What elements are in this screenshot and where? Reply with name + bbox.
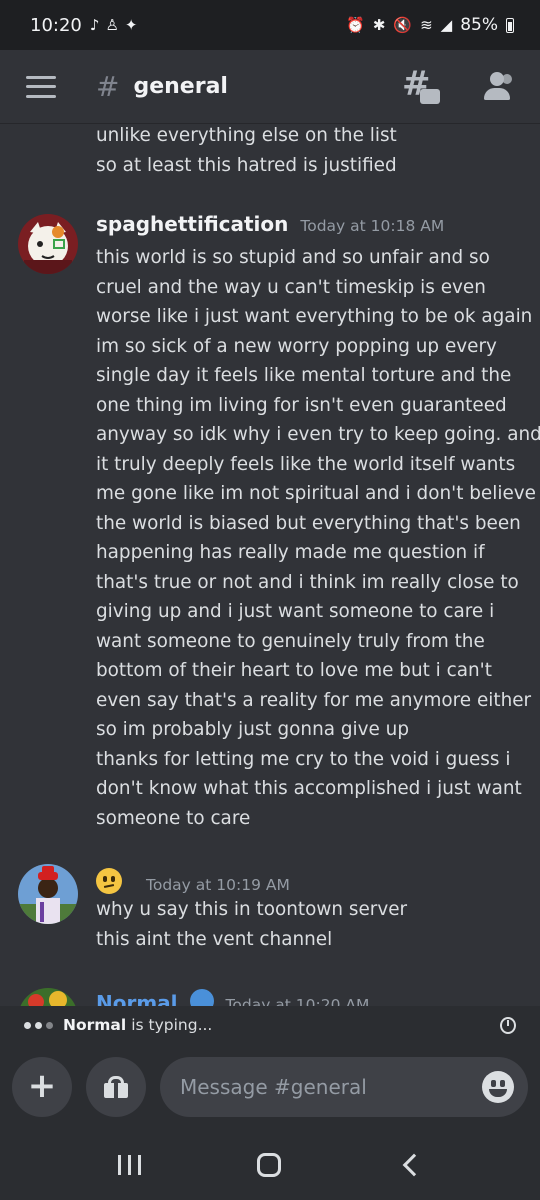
message-line: so at least this hatred is justified xyxy=(96,154,397,176)
timestamp: Today at 10:19 AM xyxy=(146,876,290,894)
message-header: Today at 10:19 AM xyxy=(0,864,540,895)
message-group: spaghettification Today at 10:18 AM this… xyxy=(0,212,540,833)
message-line: this world is so stupid and so unfair an… xyxy=(96,247,490,268)
timer-icon[interactable] xyxy=(500,1016,516,1034)
message-line: want someone to genuinely truly from the xyxy=(96,630,485,652)
author-name[interactable]: spaghettification xyxy=(96,212,288,236)
twitter-icon: ✦ xyxy=(124,16,138,34)
tiktok-icon: ♪ xyxy=(89,16,100,34)
system-nav-bar xyxy=(0,1130,540,1200)
message-line: this aint the vent channel xyxy=(96,928,333,950)
message-line: unlike everything else on the list xyxy=(96,125,397,146)
message-line: thanks for letting me cry to the void i … xyxy=(96,748,511,770)
header-actions: # xyxy=(402,64,514,104)
back-icon[interactable] xyxy=(402,1153,426,1177)
hash-icon: # xyxy=(96,70,120,103)
channel-header: # general # xyxy=(0,50,540,124)
bluetooth-icon: ✱ xyxy=(372,16,386,34)
wifi-icon: ≋ xyxy=(420,16,433,34)
typing-indicator: Normal is typing... xyxy=(0,1006,540,1044)
plus-icon: + xyxy=(27,1065,57,1106)
message-line: that's true or not and i think im really… xyxy=(96,571,519,593)
home-icon[interactable] xyxy=(257,1153,282,1177)
clock: 10:20 xyxy=(30,14,82,36)
face-emoji-icon[interactable] xyxy=(96,868,122,894)
emoji-picker-icon[interactable] xyxy=(482,1071,514,1103)
message-line: don't know what this accomplished i just… xyxy=(96,778,522,799)
threads-icon[interactable]: # xyxy=(402,64,440,104)
message-body: this world is so stupid and so unfair an… xyxy=(0,243,540,833)
avatar[interactable] xyxy=(18,864,78,924)
members-icon[interactable] xyxy=(480,71,514,102)
person-add-icon: ♙ xyxy=(105,16,119,34)
message-line: it truly deeply feels like the world its… xyxy=(96,453,516,475)
timestamp: Today at 10:18 AM xyxy=(300,217,445,235)
badge-icon xyxy=(189,989,214,1006)
signal-icon: ◢ xyxy=(440,16,453,34)
typing-text: is typing... xyxy=(131,1016,213,1034)
message-line: single day it feels like mental torture … xyxy=(96,365,512,386)
message-line: someone to care xyxy=(96,807,251,829)
message-line: the world is biased but everything that'… xyxy=(96,512,521,534)
message-line: im so sick of a new worry popping up eve… xyxy=(96,335,497,357)
message-list[interactable]: unlike everything else on the list so at… xyxy=(0,124,540,1006)
message-line: why u say this in toontown server xyxy=(96,899,408,920)
typing-user: Normal xyxy=(63,1016,127,1034)
message-line: anyway so idk why i even try to keep goi… xyxy=(96,424,540,445)
message-line: me gone like im not spiritual and i don'… xyxy=(96,483,536,504)
message-header: Normal Today at 10:20 AM xyxy=(0,986,540,1006)
notification-icons: ♪ ♙ ✦ xyxy=(90,16,138,34)
message-input-container[interactable] xyxy=(160,1057,528,1117)
message-line: happening has really made me question if xyxy=(96,542,485,563)
message-group: Today at 10:19 AM why u say this in toon… xyxy=(0,864,540,954)
recents-icon[interactable] xyxy=(118,1155,142,1175)
typing-dots-icon xyxy=(24,1021,53,1029)
gift-button[interactable] xyxy=(86,1057,146,1117)
mute-icon: 🔇 xyxy=(393,16,413,34)
message-line: so im probably just gonna give up xyxy=(96,719,409,740)
battery-text: 85% xyxy=(460,15,498,35)
menu-icon[interactable] xyxy=(26,75,56,98)
add-attachment-button[interactable]: + xyxy=(12,1057,72,1117)
message-line: even say that's a reality for me anymore… xyxy=(96,689,532,711)
status-right: ⏰ ✱ 🔇 ≋ ◢ 85% xyxy=(346,15,514,35)
message-input[interactable] xyxy=(180,1075,482,1099)
status-left: 10:20 ♪ ♙ ✦ xyxy=(30,15,137,36)
message-body: why u say this in toontown server this a… xyxy=(0,895,540,954)
status-bar: 10:20 ♪ ♙ ✦ ⏰ ✱ 🔇 ≋ ◢ 85% xyxy=(0,0,540,50)
message-header: spaghettification Today at 10:18 AM xyxy=(0,212,540,243)
composer: + xyxy=(0,1044,540,1130)
battery-icon xyxy=(506,17,514,33)
message-line: worse like i just want everything to be … xyxy=(96,306,533,327)
message-line: bottom of their heart to love me but i c… xyxy=(96,660,492,681)
message-line: one thing im living for isn't even guara… xyxy=(96,394,507,416)
message-group: Normal Today at 10:20 AM xyxy=(0,986,540,1006)
gift-icon xyxy=(104,1076,128,1098)
continued-message: unlike everything else on the list so at… xyxy=(0,124,417,180)
avatar[interactable] xyxy=(18,214,78,274)
message-line: giving up and i just want someone to car… xyxy=(96,601,495,622)
timestamp: Today at 10:20 AM xyxy=(225,996,370,1006)
author-name[interactable]: Normal xyxy=(96,991,178,1006)
alarm-icon: ⏰ xyxy=(346,16,365,34)
message-line: cruel and the way u can't timeskip is ev… xyxy=(96,276,486,298)
channel-name[interactable]: general xyxy=(133,74,228,99)
